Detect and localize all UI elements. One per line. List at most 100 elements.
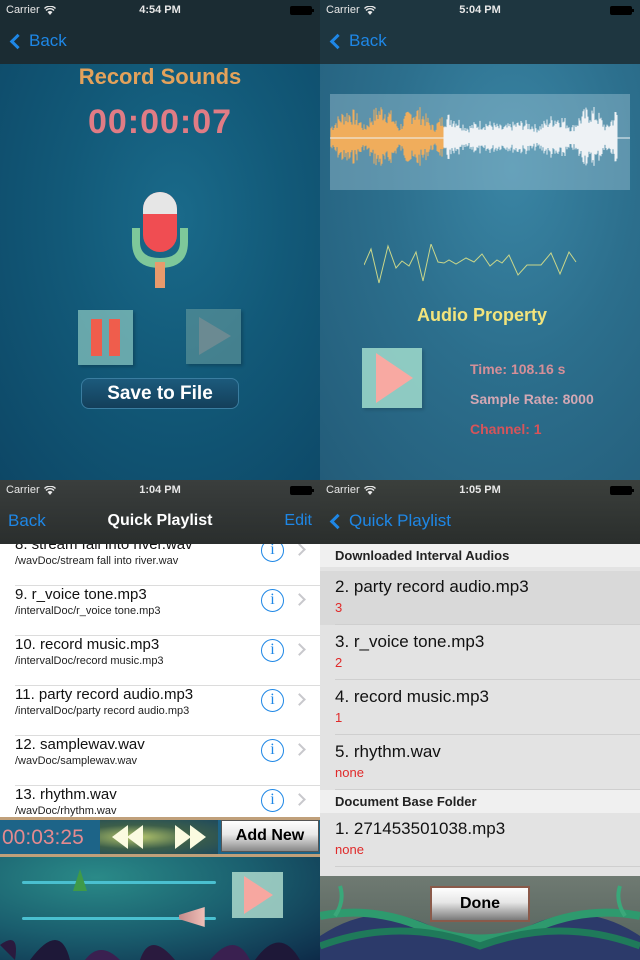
nav-bar: Back Quick Playlist Edit <box>0 500 320 544</box>
info-icon[interactable]: i <box>261 589 284 612</box>
play-button[interactable] <box>362 348 422 408</box>
duration-label: Time: 108.16 s <box>470 361 566 377</box>
back-button[interactable]: Back <box>8 31 67 51</box>
play-icon <box>199 317 231 355</box>
downloaded-audios-screen: Carrier 1:05 PM Quick Playlist Downloade… <box>320 480 640 960</box>
level-meter-line <box>364 244 577 284</box>
back-label: Back <box>349 31 387 50</box>
playlist-row[interactable]: 12. samplewav.wav/wavDoc/samplewav.wav i <box>15 736 320 786</box>
audio-row[interactable]: 4. record music.mp3 1 <box>320 681 640 735</box>
audio-title: 1. 271453501038.mp3 <box>335 819 506 838</box>
track-path: /intervalDoc/record music.mp3 <box>15 655 164 667</box>
rewind-button[interactable] <box>110 824 146 850</box>
track-path: /wavDoc/stream fall into river.wav <box>15 555 179 567</box>
audio-title: 3. r_voice tone.mp3 <box>335 632 485 651</box>
back-button[interactable]: Back <box>328 31 387 51</box>
quick-playlist-screen: Carrier 1:04 PM Back Quick Playlist Edit… <box>0 480 320 960</box>
chevron-right-icon <box>293 793 306 806</box>
progress-slider[interactable] <box>22 869 216 891</box>
info-icon[interactable]: i <box>261 639 284 662</box>
status-time: 4:54 PM <box>139 4 181 16</box>
audio-detail: none <box>335 765 364 780</box>
section-header: Downloaded Interval Audios <box>320 544 640 567</box>
track-title: 13. rhythm.wav <box>15 786 117 803</box>
info-icon[interactable]: i <box>261 544 284 562</box>
section-header: Document Base Folder <box>320 790 640 813</box>
pause-icon <box>91 319 102 356</box>
status-time: 1:04 PM <box>139 484 181 496</box>
transport-controls <box>100 820 218 854</box>
play-icon <box>376 353 413 403</box>
status-bar: Carrier 4:54 PM <box>0 0 320 20</box>
done-button[interactable]: Done <box>430 886 530 922</box>
audio-detail: 3 <box>335 600 343 615</box>
audio-row[interactable]: 2. party record audio.mp3 3 <box>320 571 640 625</box>
chevron-right-icon <box>293 593 306 606</box>
track-title: 8. stream fall into river.wav <box>15 544 193 553</box>
pause-icon-bar <box>109 319 120 356</box>
save-to-file-button[interactable]: Save to File <box>81 378 239 409</box>
track-title: 9. r_voice tone.mp3 <box>15 586 147 603</box>
audio-row[interactable]: 5. rhythm.wav none <box>320 736 640 790</box>
nav-bar: Back <box>0 20 320 64</box>
record-timer: 00:00:07 <box>87 103 233 141</box>
chevron-left-icon <box>329 33 346 49</box>
track-path: /wavDoc/samplewav.wav <box>15 755 138 767</box>
back-label: Quick Playlist <box>349 511 452 530</box>
back-button[interactable]: Quick Playlist <box>328 511 451 531</box>
microphone-icon[interactable] <box>128 192 192 290</box>
battery-icon <box>610 6 634 15</box>
audio-detail: none <box>335 842 364 857</box>
sample-rate-label: Sample Rate: 8000 <box>470 391 594 407</box>
nav-bar: Quick Playlist <box>320 500 640 544</box>
edit-button[interactable]: Edit <box>284 512 312 530</box>
playlist-row[interactable]: 10. record music.mp3/intervalDoc/record … <box>15 636 320 686</box>
status-bar: Carrier 1:04 PM <box>0 480 320 500</box>
nav-title: Quick Playlist <box>107 512 213 529</box>
battery-icon <box>290 486 314 495</box>
chevron-right-icon <box>293 643 306 656</box>
elapsed-time: 00:03:25 <box>2 826 84 849</box>
audio-property-screen: Carrier 5:04 PM Back Audio Property Time… <box>320 0 640 480</box>
nav-bar: Back <box>320 20 640 64</box>
chevron-right-icon <box>293 544 306 556</box>
playlist-row[interactable]: 11. party record audio.mp3/intervalDoc/p… <box>15 686 320 736</box>
channel-label: Channel: 1 <box>470 421 542 437</box>
playlist-row[interactable]: 8. stream fall into river.wav/wavDoc/str… <box>15 544 320 586</box>
info-icon[interactable]: i <box>261 789 284 812</box>
add-new-button[interactable]: Add New <box>221 820 319 852</box>
status-time: 5:04 PM <box>459 4 501 16</box>
playlist-row[interactable]: 13. rhythm.wav/wavDoc/rhythm.wav i <box>15 786 320 817</box>
battery-icon <box>610 486 634 495</box>
audio-title: 4. record music.mp3 <box>335 687 489 706</box>
track-title: 12. samplewav.wav <box>15 736 145 753</box>
player-control-bar: 00:03:25 Add New <box>0 817 320 857</box>
battery-icon <box>290 6 314 15</box>
play-button[interactable] <box>232 872 283 918</box>
waveform-graph <box>330 106 630 166</box>
fast-forward-button[interactable] <box>172 824 208 850</box>
audio-detail: 1 <box>335 710 343 725</box>
info-icon[interactable]: i <box>261 689 284 712</box>
page-title: Record Sounds <box>78 64 242 89</box>
pause-button[interactable] <box>78 310 133 365</box>
back-label: Back <box>29 31 67 50</box>
status-time: 1:05 PM <box>459 484 501 496</box>
progress-thumb[interactable] <box>73 869 88 891</box>
play-button[interactable] <box>186 309 241 364</box>
audio-title: 5. rhythm.wav <box>335 742 441 761</box>
audio-row[interactable]: 1. 271453501038.mp3 none <box>320 813 640 867</box>
audio-detail: 2 <box>335 655 343 670</box>
track-title: 11. party record audio.mp3 <box>15 686 194 703</box>
chevron-right-icon <box>293 743 306 756</box>
chevron-left-icon <box>329 513 346 529</box>
playlist-row[interactable]: 9. r_voice tone.mp3/intervalDoc/r_voice … <box>15 586 320 636</box>
status-bar: Carrier 5:04 PM <box>320 0 640 20</box>
audio-row[interactable]: 3. r_voice tone.mp3 2 <box>320 626 640 680</box>
audio-property-title: Audio Property <box>416 305 547 325</box>
volume-slider[interactable] <box>22 907 216 927</box>
track-path: /wavDoc/rhythm.wav <box>15 805 117 817</box>
playlist-table[interactable]: 8. stream fall into river.wav/wavDoc/str… <box>0 544 320 817</box>
waveform-view[interactable] <box>330 94 630 190</box>
info-icon[interactable]: i <box>261 739 284 762</box>
